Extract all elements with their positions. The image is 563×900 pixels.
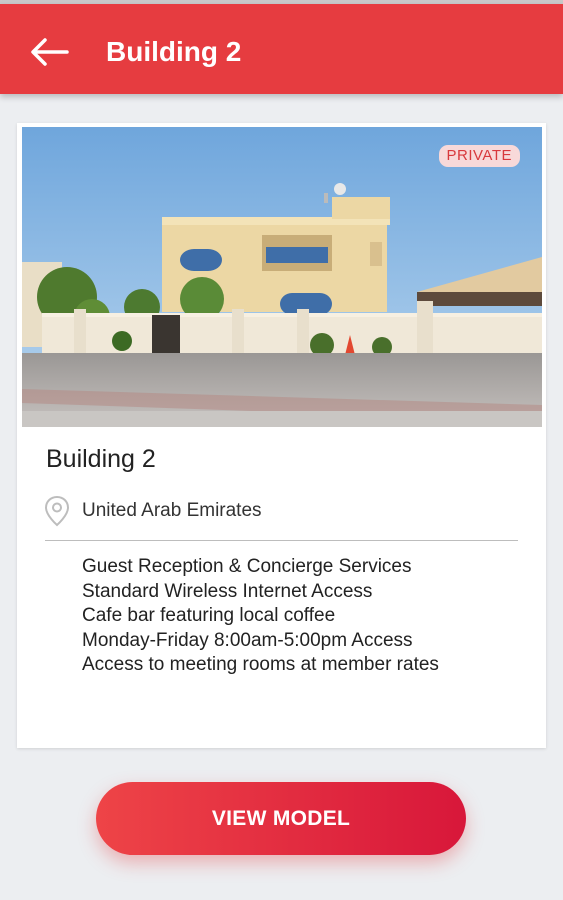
location-row: United Arab Emirates bbox=[44, 495, 262, 527]
back-button[interactable] bbox=[26, 32, 72, 72]
amenity-item: Cafe bar featuring local coffee bbox=[82, 605, 336, 626]
amenity-item: Guest Reception & Concierge Services bbox=[82, 556, 412, 577]
location-pin-icon bbox=[44, 495, 70, 527]
arrow-left-icon bbox=[31, 38, 69, 66]
view-model-button[interactable]: VIEW MODEL bbox=[96, 782, 466, 855]
building-card[interactable]: PRIVATE Building 2 United Arab Emirates … bbox=[17, 123, 546, 748]
building-illustration bbox=[22, 127, 542, 427]
building-photo: PRIVATE bbox=[22, 127, 542, 427]
cta-container: VIEW MODEL bbox=[96, 782, 466, 855]
card-title: Building 2 bbox=[46, 445, 156, 473]
divider bbox=[45, 540, 518, 541]
amenity-item: Monday-Friday 8:00am-5:00pm Access bbox=[82, 629, 413, 651]
amenities-list: Guest Reception & Concierge Services Sta… bbox=[82, 555, 439, 678]
page-title: Building 2 bbox=[106, 36, 242, 67]
privacy-badge: PRIVATE bbox=[438, 145, 520, 167]
app-bar: Building 2 bbox=[0, 4, 563, 94]
location-text: United Arab Emirates bbox=[82, 500, 262, 521]
amenity-item: Access to meeting rooms at member rates bbox=[82, 654, 439, 675]
amenity-item: Standard Wireless Internet Access bbox=[82, 580, 373, 602]
